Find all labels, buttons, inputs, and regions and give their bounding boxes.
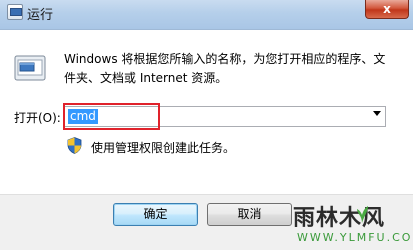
close-button[interactable]: x xyxy=(365,0,409,19)
admin-note: 使用管理权限创建此任务。 xyxy=(91,141,236,155)
window-title: 运行 xyxy=(27,8,54,23)
run-icon xyxy=(7,4,23,20)
cancel-button[interactable]: 取消 xyxy=(207,203,292,226)
uac-shield-icon xyxy=(67,137,82,154)
run-program-icon xyxy=(14,55,46,81)
watermark-text: 雨林木风 xyxy=(293,206,386,231)
title-bar[interactable]: 运行 x xyxy=(0,0,413,30)
ok-button[interactable]: 确定 xyxy=(113,203,198,226)
watermark-logo: 雨林木风 WWW.YLMFU.COM xyxy=(293,200,413,250)
dialog-body: Windows 将根据您所输入的名称，为您打开相应的程序、文件夹、文档或 Int… xyxy=(0,30,413,194)
watermark-url: WWW.YLMFU.COM xyxy=(297,231,413,244)
chevron-down-icon[interactable] xyxy=(373,111,381,116)
dialog-description: Windows 将根据您所输入的名称，为您打开相应的程序、文件夹、文档或 Int… xyxy=(64,52,386,85)
open-label: 打开(O): xyxy=(14,111,61,125)
leaf-icon xyxy=(357,206,368,223)
highlight-box xyxy=(63,103,160,130)
